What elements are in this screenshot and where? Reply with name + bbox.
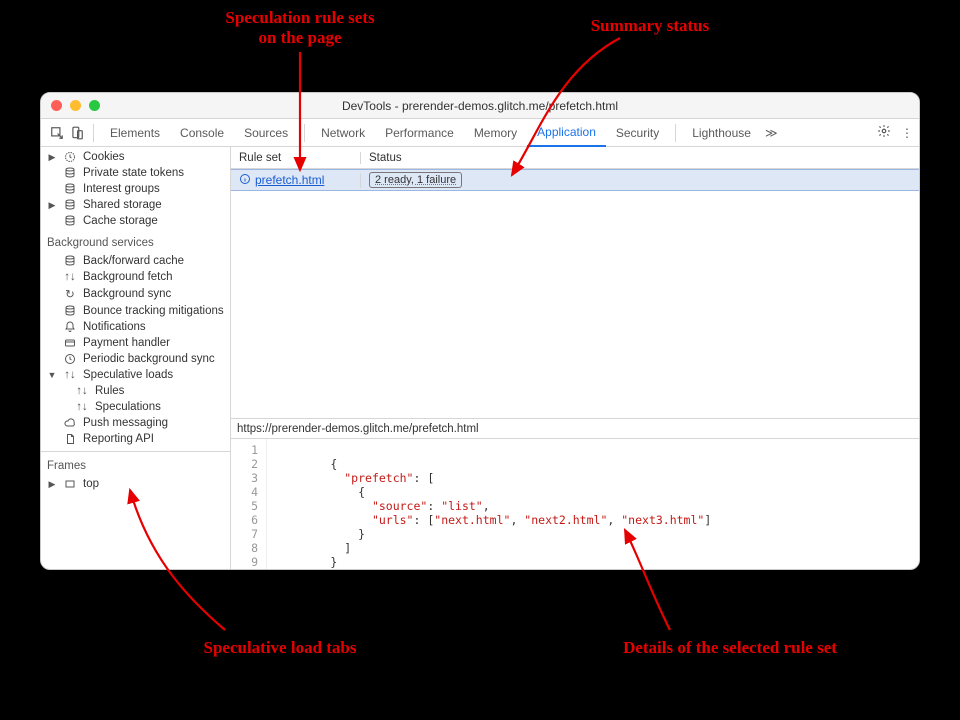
titlebar: DevTools - prerender-demos.glitch.me/pre…: [41, 93, 919, 119]
db-icon: [63, 255, 77, 267]
sidebar-item-notifications[interactable]: Notifications: [41, 319, 230, 335]
sidebar-item-payment-handler[interactable]: Payment handler: [41, 335, 230, 351]
tab-memory[interactable]: Memory: [464, 119, 527, 146]
sidebar-label: Cache storage: [83, 215, 158, 227]
caret-right-icon: ▶: [47, 479, 57, 490]
sidebar-item-cache-storage[interactable]: Cache storage: [41, 213, 230, 229]
gear-icon[interactable]: [877, 124, 891, 141]
sidebar-item-private-state-tokens[interactable]: Private state tokens: [41, 165, 230, 181]
sidebar-item-bg-fetch[interactable]: ↑↓ Background fetch: [41, 269, 230, 285]
db-icon: [63, 167, 77, 179]
annotation-tabs: Speculative load tabs: [170, 638, 390, 658]
inspect-icon[interactable]: [47, 126, 67, 140]
db-icon: [63, 305, 77, 317]
frame-icon: [63, 478, 77, 490]
updown-icon: ↑↓: [63, 369, 77, 381]
sidebar-item-reporting-api[interactable]: Reporting API: [41, 431, 230, 447]
sidebar-label: Interest groups: [83, 183, 160, 195]
tab-performance[interactable]: Performance: [375, 119, 464, 146]
sidebar-item-periodic-sync[interactable]: Periodic background sync: [41, 351, 230, 367]
clock-icon: [63, 151, 77, 163]
sidebar-label: Push messaging: [83, 417, 168, 429]
sidebar-item-bg-sync[interactable]: ↻ Background sync: [41, 285, 230, 303]
sidebar-item-bounce-tracking[interactable]: Bounce tracking mitigations: [41, 303, 230, 319]
updown-icon: ↑↓: [75, 401, 89, 413]
sidebar-heading-bg: Background services: [41, 229, 230, 253]
divider: [93, 124, 94, 142]
tab-network[interactable]: Network: [311, 119, 375, 146]
tab-security[interactable]: Security: [606, 119, 669, 146]
sidebar-label: Bounce tracking mitigations: [83, 305, 224, 317]
device-mode-icon[interactable]: [67, 126, 87, 140]
sidebar-item-rules[interactable]: ↑↓ Rules: [41, 383, 230, 399]
ruleset-table-header: Rule set Status: [231, 147, 919, 169]
devtools-tabstrip: Elements Console Sources Network Perform…: [41, 119, 919, 147]
divider: [675, 124, 676, 142]
application-sidebar: ▶ Cookies Private state tokens Interest …: [41, 147, 231, 569]
tab-elements[interactable]: Elements: [100, 119, 170, 146]
annotation-summary: Summary status: [570, 16, 730, 36]
tab-lighthouse[interactable]: Lighthouse: [682, 119, 761, 146]
sidebar-item-shared-storage[interactable]: ▶ Shared storage: [41, 197, 230, 213]
sidebar-label: Periodic background sync: [83, 353, 215, 365]
code-viewer: 123456789 { "prefetch": [ { "source": "l…: [231, 439, 919, 569]
header-status: Status: [361, 152, 919, 164]
sidebar-label: Payment handler: [83, 337, 170, 349]
sidebar-label: Shared storage: [83, 199, 162, 211]
caret-right-icon: ▶: [47, 200, 57, 211]
sidebar-label: Reporting API: [83, 433, 154, 445]
card-icon: [63, 337, 77, 349]
details-url: https://prerender-demos.glitch.me/prefet…: [231, 419, 919, 439]
updown-icon: ↑↓: [63, 271, 77, 283]
caret-right-icon: ▶: [47, 152, 57, 163]
sidebar-label: Background sync: [83, 288, 171, 300]
tab-sources[interactable]: Sources: [234, 119, 298, 146]
sidebar-label: Speculations: [95, 401, 161, 413]
sidebar-label: Private state tokens: [83, 167, 184, 179]
divider: [304, 124, 305, 142]
updown-icon: ↑↓: [75, 385, 89, 397]
db-icon: [63, 183, 77, 195]
caret-down-icon: ▼: [47, 370, 57, 380]
tabs-overflow-icon[interactable]: ≫: [765, 126, 778, 140]
sidebar-label: top: [83, 478, 99, 490]
ruleset-table-empty: [231, 191, 919, 419]
sidebar-item-interest-groups[interactable]: Interest groups: [41, 181, 230, 197]
doc-icon: [63, 433, 77, 445]
annotation-details: Details of the selected rule set: [580, 638, 880, 658]
kebab-icon[interactable]: ⋮: [901, 126, 913, 140]
sidebar-label: Rules: [95, 385, 124, 397]
db-icon: [63, 215, 77, 227]
ruleset-row[interactable]: prefetch.html 2 ready, 1 failure: [231, 169, 919, 191]
tab-console[interactable]: Console: [170, 119, 234, 146]
code-body: { "prefetch": [ { "source": "list", "url…: [267, 439, 719, 569]
application-main: Rule set Status prefetch.html 2 ready, 1…: [231, 147, 919, 569]
sidebar-label: Speculative loads: [83, 369, 173, 381]
sidebar-label: Back/forward cache: [83, 255, 184, 267]
sidebar-label: Notifications: [83, 321, 146, 333]
sidebar-item-push-messaging[interactable]: Push messaging: [41, 415, 230, 431]
annotation-rulesets: Speculation rule setson the page: [200, 8, 400, 47]
sidebar-heading-frames: Frames: [41, 451, 230, 476]
info-icon: [239, 173, 251, 188]
sidebar-item-frame-top[interactable]: ▶ top: [41, 476, 230, 492]
sidebar-item-speculations[interactable]: ↑↓ Speculations: [41, 399, 230, 415]
status-pill[interactable]: 2 ready, 1 failure: [369, 172, 462, 188]
bell-icon: [63, 321, 77, 333]
cloud-icon: [63, 417, 77, 429]
sidebar-item-bfcache[interactable]: Back/forward cache: [41, 253, 230, 269]
sidebar-item-cookies[interactable]: ▶ Cookies: [41, 149, 230, 165]
header-ruleset: Rule set: [231, 152, 361, 164]
tab-application[interactable]: Application: [527, 120, 606, 147]
ruleset-link[interactable]: prefetch.html: [255, 173, 324, 187]
sync-icon: ↻: [63, 287, 77, 301]
window-title: DevTools - prerender-demos.glitch.me/pre…: [41, 99, 919, 113]
devtools-window: DevTools - prerender-demos.glitch.me/pre…: [40, 92, 920, 570]
sidebar-item-speculative-loads[interactable]: ▼ ↑↓ Speculative loads: [41, 367, 230, 383]
clock-icon: [63, 353, 77, 365]
sidebar-label: Cookies: [83, 151, 125, 163]
sidebar-label: Background fetch: [83, 271, 173, 283]
code-gutter: 123456789: [231, 439, 267, 569]
db-icon: [63, 199, 77, 211]
